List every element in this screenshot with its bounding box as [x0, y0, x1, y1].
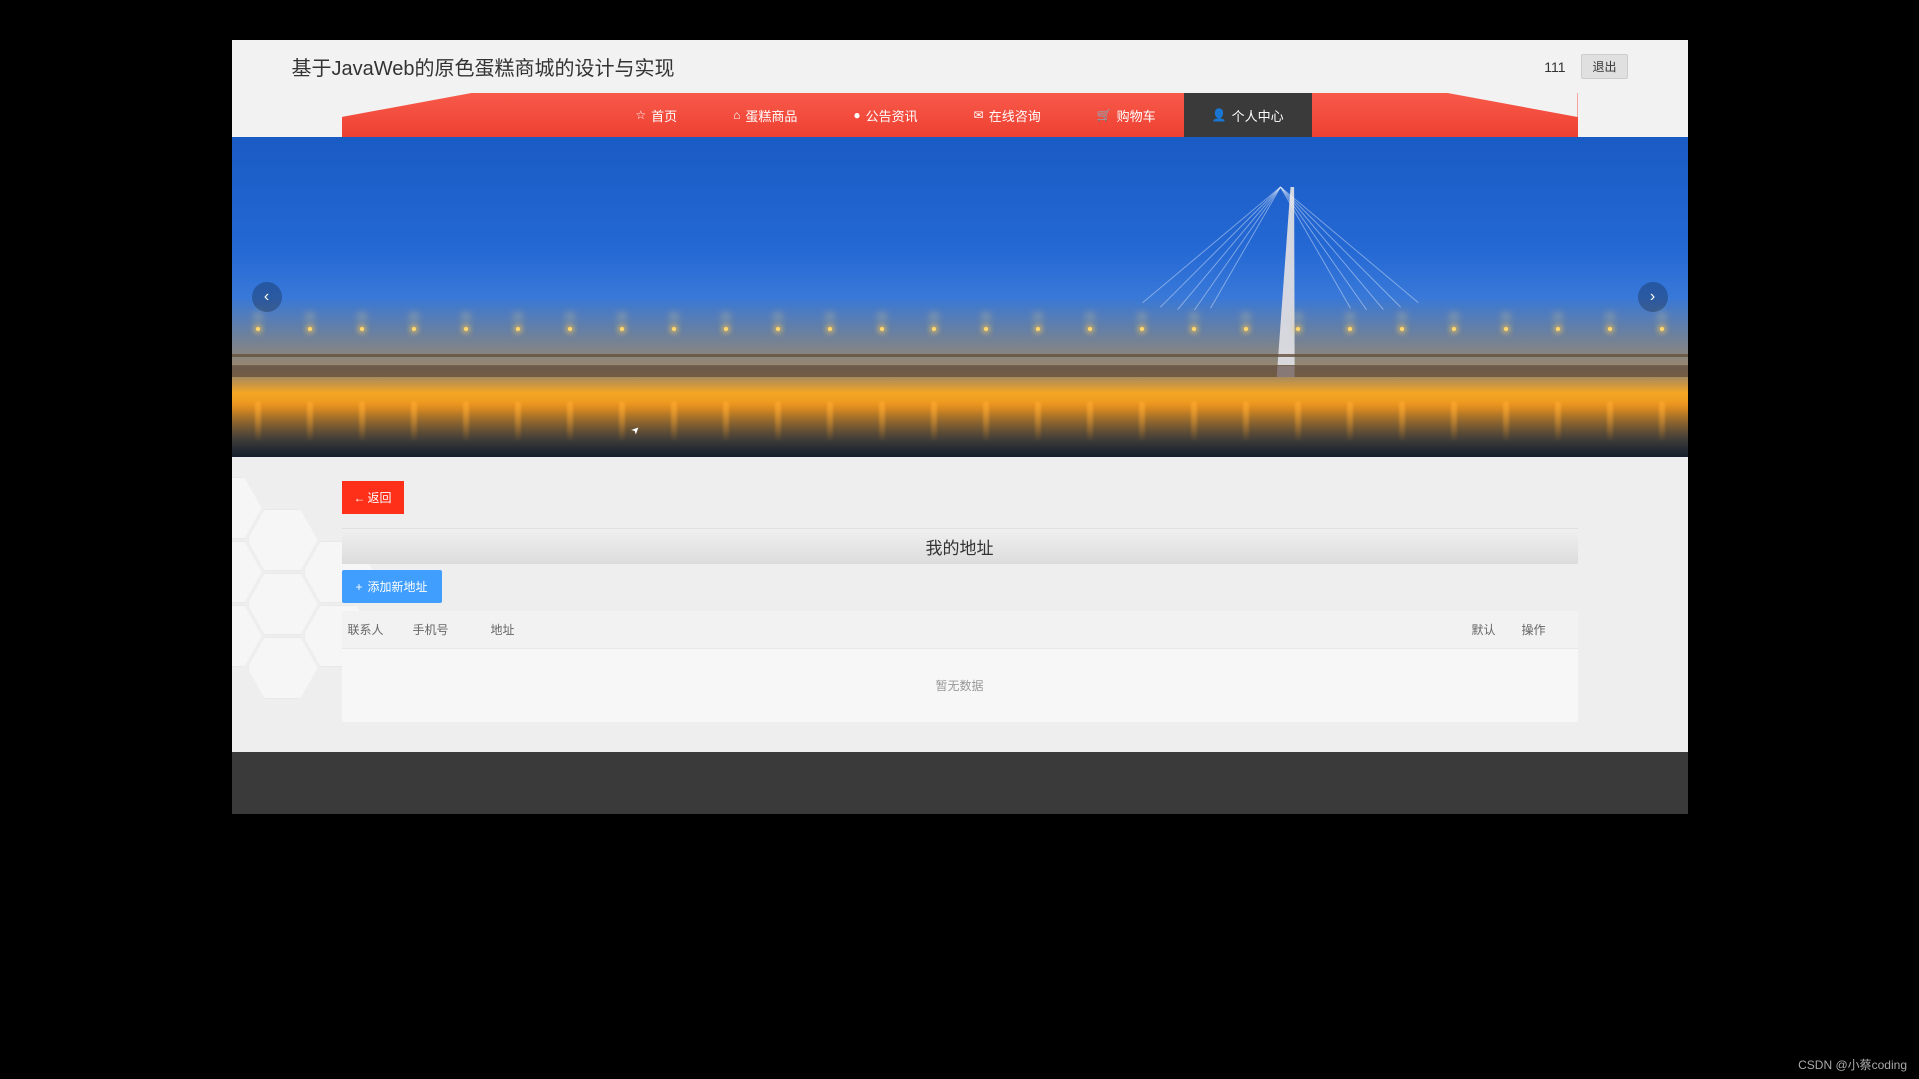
- carousel-prev-button[interactable]: ‹: [252, 282, 282, 312]
- th-default: 默认: [1472, 621, 1522, 638]
- header-right: 111 退出: [1544, 54, 1627, 79]
- nav-label: 个人中心: [1232, 106, 1284, 125]
- nav-item-consult[interactable]: ✉ 在线咨询: [946, 93, 1069, 137]
- nav-label: 公告资讯: [866, 106, 918, 125]
- nav-label: 购物车: [1117, 106, 1156, 125]
- nav-label: 在线咨询: [989, 106, 1041, 125]
- nav-container: ☆ 首页 ⌂ 蛋糕商品 ● 公告资讯 ✉ 在线咨询: [232, 93, 1688, 137]
- nav-label: 蛋糕商品: [745, 106, 797, 125]
- cart-icon: 🛒: [1097, 108, 1112, 122]
- logout-button[interactable]: 退出: [1581, 54, 1627, 79]
- nav-items: ☆ 首页 ⌂ 蛋糕商品 ● 公告资讯 ✉ 在线咨询: [607, 93, 1311, 137]
- username-label: 111: [1544, 59, 1565, 75]
- nav-label: 首页: [651, 106, 677, 125]
- header: 基于JavaWeb的原色蛋糕商城的设计与实现 111 退出: [232, 40, 1688, 93]
- nav-item-news[interactable]: ● 公告资讯: [825, 93, 945, 137]
- star-icon: ☆: [635, 108, 646, 122]
- th-address: 地址: [491, 621, 1472, 638]
- add-address-button[interactable]: + 添加新地址: [342, 570, 442, 603]
- nav-item-products[interactable]: ⌂ 蛋糕商品: [705, 93, 825, 137]
- banner-image: [232, 297, 1688, 397]
- back-label: 返回: [368, 489, 392, 506]
- banner-carousel: ‹ ›: [232, 137, 1688, 457]
- cursor-icon: [632, 425, 642, 439]
- mail-icon: ✉: [974, 108, 984, 122]
- content-area: ←返回 我的地址 + 添加新地址 联系人 手机号 地址 默认 操作: [232, 457, 1688, 752]
- nav-item-profile[interactable]: 👤 个人中心: [1184, 93, 1312, 137]
- th-action: 操作: [1522, 621, 1572, 638]
- page-wrapper: 基于JavaWeb的原色蛋糕商城的设计与实现 111 退出 ☆ 首页 ⌂ 蛋糕商…: [232, 40, 1688, 814]
- table-header: 联系人 手机号 地址 默认 操作: [342, 611, 1578, 649]
- th-phone: 手机号: [413, 621, 491, 638]
- section-title: 我的地址: [342, 528, 1578, 564]
- add-label: 添加新地址: [368, 578, 428, 595]
- user-icon: 👤: [1212, 108, 1227, 122]
- carousel-next-button[interactable]: ›: [1638, 282, 1668, 312]
- back-button[interactable]: ←返回: [342, 481, 404, 514]
- footer: [232, 752, 1688, 814]
- nav-bar: ☆ 首页 ⌂ 蛋糕商品 ● 公告资讯 ✉ 在线咨询: [342, 93, 1578, 137]
- address-table: 联系人 手机号 地址 默认 操作 暂无数据: [342, 611, 1578, 722]
- plus-icon: +: [356, 580, 363, 594]
- arrow-left-icon: ←: [354, 491, 366, 505]
- empty-state: 暂无数据: [342, 649, 1578, 722]
- nav-item-cart[interactable]: 🛒 购物车: [1069, 93, 1184, 137]
- nav-item-home[interactable]: ☆ 首页: [607, 93, 705, 137]
- page-title: 基于JavaWeb的原色蛋糕商城的设计与实现: [292, 52, 675, 81]
- watermark: CSDN @小蔡coding: [1798, 1056, 1907, 1073]
- home-icon: ⌂: [733, 108, 740, 122]
- info-icon: ●: [853, 108, 860, 122]
- th-contact: 联系人: [348, 621, 413, 638]
